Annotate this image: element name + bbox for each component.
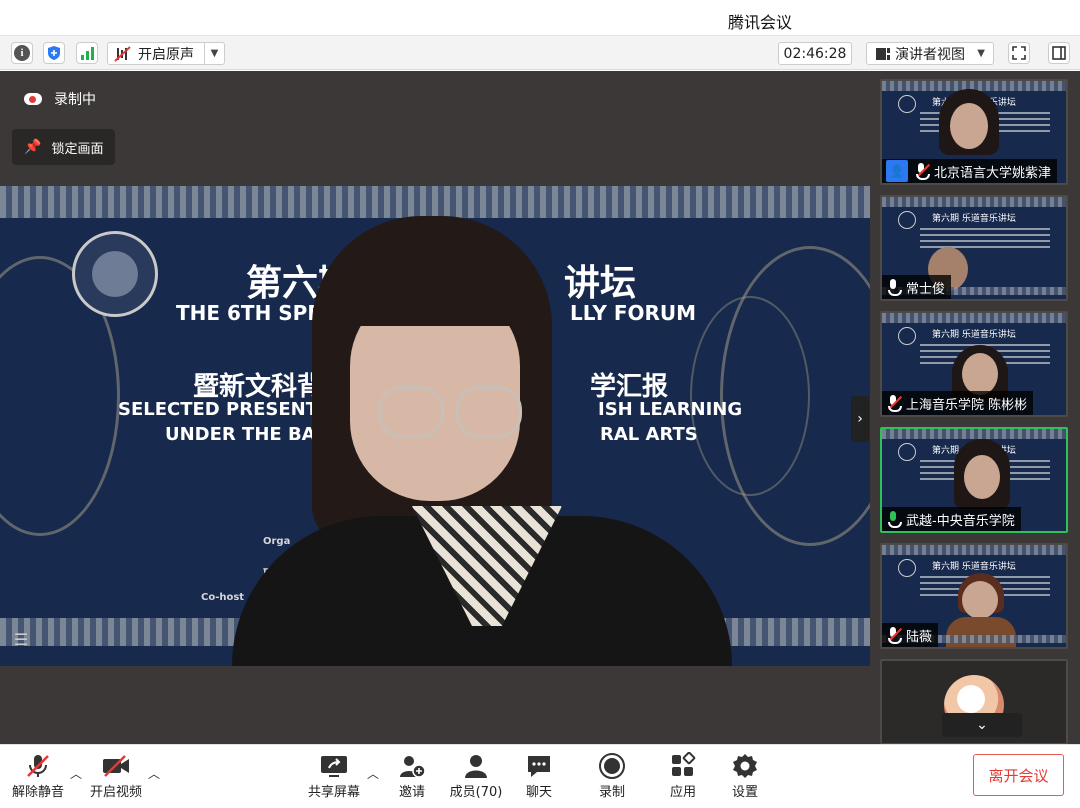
start-video-label: 开启视频 [89, 785, 142, 800]
pin-icon: 📌 [24, 139, 42, 155]
participant-gallery: 第六期 乐道音乐讲坛 👤 北京语言大学姚紫津 第六期 乐道音乐讲坛 常士俊 第六… [870, 71, 1080, 745]
recording-label: 录制中 [54, 92, 96, 108]
host-user-icon: 👤 [886, 160, 908, 182]
participant-name-bar: 上海音乐学院 陈彬彬 [882, 391, 1034, 415]
participant-tile[interactable]: 第六期 乐道音乐讲坛 常士俊 [880, 195, 1068, 301]
record-icon [598, 751, 626, 781]
record-button[interactable]: 录制 [594, 751, 630, 803]
university-emblem [72, 231, 158, 317]
participant-tile[interactable]: 第六期 乐道音乐讲坛 陆薇 [880, 543, 1068, 649]
menu-icon[interactable]: ☰ [6, 626, 36, 652]
speaker-view-icon [876, 47, 890, 60]
participant-name-bar: 陆薇 [882, 623, 939, 647]
recording-indicator: 录制中 [14, 87, 96, 111]
tile-slide-title: 第六期 乐道音乐讲坛 [932, 562, 1016, 572]
gear-icon [731, 751, 759, 781]
add-user-icon [398, 751, 426, 781]
members-button[interactable]: 成员(70) [448, 751, 504, 803]
invite-button[interactable]: 邀请 [394, 751, 430, 803]
speaker-person [232, 216, 732, 666]
chat-label: 聊天 [525, 785, 552, 800]
chevron-down-icon: ▼ [977, 48, 985, 59]
settings-button[interactable]: 设置 [728, 751, 762, 803]
meeting-controls: 解除静音 ︿ 开启视频 ︿ 共享屏幕 ︿ 邀请 成员(70) 聊天 录制 应用 … [0, 744, 1080, 808]
view-mode-button[interactable]: 演讲者视图 ▼ [866, 42, 994, 65]
participant-name: 北京语言大学姚紫津 [934, 165, 1052, 181]
info-icon[interactable]: i [11, 42, 33, 64]
cloud-record-icon [24, 93, 42, 105]
participant-tile[interactable]: ⌄ [880, 659, 1068, 745]
window-title: 腾讯会议 [727, 13, 792, 32]
meeting-timer: 02:46:28 [778, 42, 852, 65]
speaker-video: 第六期 讲坛 THE 6TH SPEAKI LLY FORUM 暨新文科背 学汇… [0, 186, 870, 666]
record-label: 录制 [598, 785, 625, 800]
participant-name: 常士俊 [906, 281, 946, 297]
participant-tile-speaking[interactable]: 第六期 乐道音乐讲坛 武越-中央音乐学院 [880, 427, 1068, 533]
chevron-down-icon[interactable]: ⌄ [942, 713, 1022, 737]
participant-name: 陆薇 [906, 629, 933, 645]
view-mode-label: 演讲者视图 [895, 46, 965, 63]
apps-label: 应用 [669, 785, 696, 800]
participant-name: 武越-中央音乐学院 [906, 513, 1015, 529]
shield-icon[interactable] [43, 42, 65, 64]
original-sound-label: 开启原声 [138, 46, 194, 63]
share-screen-icon [319, 751, 349, 781]
main-stage: 录制中 📌 锁定画面 第六期 讲坛 THE 6TH SPEAKI LLY FOR… [0, 71, 870, 744]
participant-tile[interactable]: 第六期 乐道音乐讲坛 上海音乐学院 陈彬彬 [880, 311, 1068, 417]
start-video-button[interactable]: 开启视频 [86, 751, 146, 803]
mic-off-icon [114, 45, 131, 62]
signal-icon[interactable] [76, 42, 98, 64]
chat-icon [525, 751, 553, 781]
original-sound-button[interactable]: 开启原声 ▼ [107, 42, 225, 65]
participant-name-bar: 武越-中央音乐学院 [882, 507, 1021, 531]
invite-label: 邀请 [398, 785, 425, 800]
participant-tile[interactable]: 第六期 乐道音乐讲坛 👤 北京语言大学姚紫津 [880, 79, 1068, 185]
unmute-button[interactable]: 解除静音 [10, 751, 66, 803]
mic-icon [886, 278, 902, 296]
unmute-label: 解除静音 [11, 785, 64, 800]
chevron-up-icon[interactable]: ︿ [367, 765, 379, 782]
participant-name-bar: 👤 北京语言大学姚紫津 [882, 159, 1058, 183]
mic-off-icon [24, 751, 52, 781]
apps-button[interactable]: 应用 [666, 751, 700, 803]
window-titlebar: 腾讯会议 [0, 0, 1080, 36]
tile-slide-title: 第六期 乐道音乐讲坛 [932, 330, 1016, 340]
share-screen-button[interactable]: 共享屏幕 [304, 751, 364, 803]
video-off-icon [101, 751, 131, 781]
leave-meeting-button[interactable]: 离开会议 [973, 754, 1064, 796]
participant-name: 上海音乐学院 陈彬彬 [906, 397, 1028, 413]
chevron-right-icon[interactable]: › [851, 396, 869, 442]
apps-icon [669, 751, 697, 781]
slide-border-top [0, 186, 870, 218]
fullscreen-icon[interactable] [1008, 42, 1030, 64]
tile-slide-title: 第六期 乐道音乐讲坛 [932, 214, 1016, 224]
members-label: 成员(70) [449, 785, 503, 800]
participant-name-bar: 常士俊 [882, 275, 952, 299]
chevron-up-icon[interactable]: ︿ [148, 765, 160, 782]
chat-button[interactable]: 聊天 [522, 751, 556, 803]
members-icon [462, 751, 490, 781]
mic-muted-icon [914, 162, 931, 180]
lock-view-button[interactable]: 📌 锁定画面 [12, 129, 115, 165]
sidebar-toggle-icon[interactable] [1048, 42, 1070, 64]
mic-muted-icon [886, 626, 903, 644]
mic-muted-icon [886, 394, 903, 412]
lock-view-label: 锁定画面 [51, 141, 104, 157]
share-screen-label: 共享屏幕 [307, 785, 360, 800]
mic-speaking-icon [886, 510, 902, 528]
settings-label: 设置 [731, 785, 758, 800]
chevron-down-icon[interactable]: ▼ [204, 43, 224, 64]
meeting-toolbar: i 开启原声 ▼ 02:46:28 演讲者视图 ▼ [0, 36, 1080, 70]
chevron-up-icon[interactable]: ︿ [70, 765, 82, 782]
